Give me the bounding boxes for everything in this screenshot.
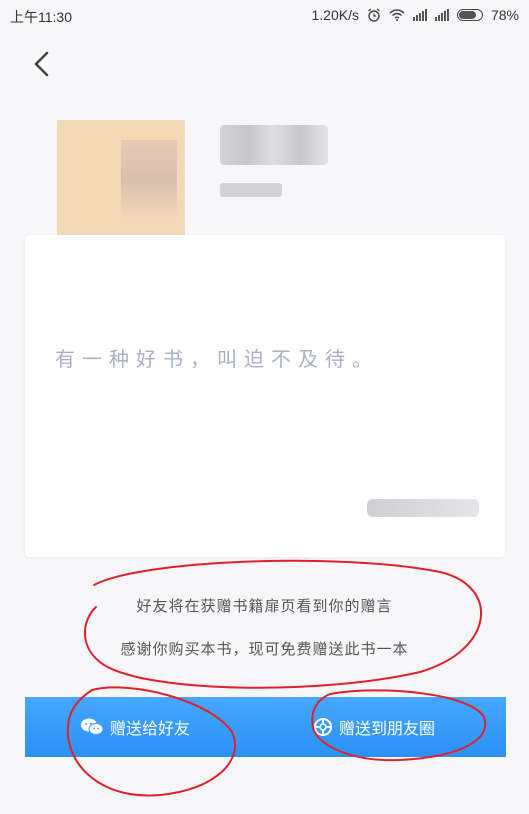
- gift-message-card[interactable]: 有一种好书，叫迫不及待。: [25, 235, 505, 557]
- share-action-bar: 赠送给好友 赠送到朋友圈: [25, 697, 506, 757]
- alarm-icon: [368, 8, 380, 22]
- gift-to-moments-button[interactable]: 赠送到朋友圈: [313, 697, 435, 757]
- chevron-left-icon: [34, 51, 49, 77]
- book-author-blurred: [220, 183, 282, 197]
- network-speed: 1.20K/s: [311, 7, 359, 23]
- status-bar: 上午11:30 1.20K/s 78%: [0, 0, 529, 30]
- gift-to-moments-label: 赠送到朋友圈: [339, 721, 436, 738]
- status-indicators: 1.20K/s 78%: [311, 7, 519, 23]
- book-title-blurred: [220, 125, 328, 165]
- wifi-icon: [389, 9, 405, 21]
- back-button[interactable]: [28, 48, 56, 80]
- sender-signature-blurred: [367, 499, 479, 517]
- notice-text-1: 好友将在获赠书籍扉页看到你的赠言: [136, 598, 393, 615]
- signal-icon-2: [434, 9, 449, 21]
- battery-icon: [456, 9, 483, 21]
- gift-to-friend-label: 赠送给好友: [110, 721, 191, 738]
- wechat-icon: [81, 718, 104, 735]
- notice-text-2: 感谢你购买本书，现可免费赠送此书一本: [120, 641, 409, 658]
- signal-icon: [412, 9, 427, 21]
- gift-message: 有一种好书，叫迫不及待。: [55, 347, 379, 371]
- gift-to-friend-button[interactable]: 赠送给好友: [80, 697, 190, 757]
- battery-percent: 78%: [490, 7, 519, 23]
- status-time: 上午11:30: [10, 9, 72, 25]
- moments-icon: [314, 718, 332, 736]
